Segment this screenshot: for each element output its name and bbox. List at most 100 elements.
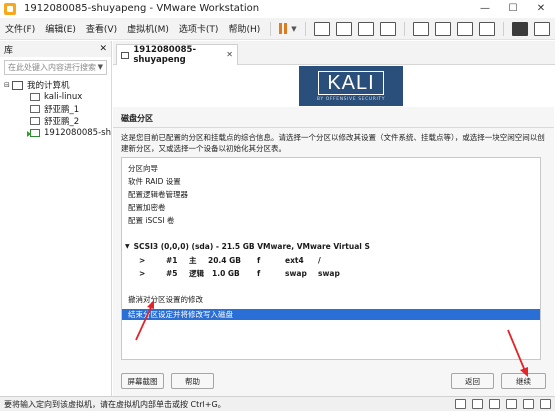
divider: [113, 127, 554, 128]
partition-list[interactable]: 分区向导 软件 RAID 设置 配置逻辑卷管理器 配置加密卷 配置 iSCSI …: [121, 157, 541, 360]
partition-size: 20.4 GB: [208, 256, 241, 265]
tree-item-vm-running[interactable]: 1912080085-sh: [0, 127, 111, 139]
stretch-view-icon[interactable]: [533, 21, 550, 36]
tree-item-label: kali-linux: [44, 92, 83, 102]
unity-icon[interactable]: [478, 21, 495, 36]
tab-vm[interactable]: 1912080085-shuyapeng ✕: [116, 44, 238, 65]
library-panel: 库 ✕ 在此处键入内容进行搜索 ▼ ⊟ 我的计算机 kali-linux 舒亚鹏…: [0, 41, 112, 396]
partition-mount: swap: [318, 269, 340, 278]
partition-row[interactable]: > #5 逻辑 1.0 GB f swap swap: [122, 268, 540, 279]
hard-disk-icon[interactable]: [455, 399, 466, 409]
menu-view[interactable]: 查看(V): [81, 18, 122, 40]
partition-type: 逻辑: [189, 269, 204, 278]
kali-logo-text: KALI: [318, 70, 384, 95]
section-title: 磁盘分区: [121, 114, 153, 123]
annotation-arrow-icon: [135, 300, 154, 341]
vm-tab-strip: 1912080085-shuyapeng ✕: [113, 41, 555, 65]
title-bar: 1912080085-shuyapeng - VMware Workstatio…: [0, 0, 555, 17]
power-pause-button[interactable]: ▼: [276, 23, 299, 34]
menu-bar: 文件(F) 编辑(E) 查看(V) 虚拟机(M) 选项卡(T) 帮助(H) ▼: [0, 18, 555, 40]
close-button[interactable]: ✕: [527, 0, 555, 17]
tree-item-vm[interactable]: kali-linux: [0, 91, 111, 103]
list-item[interactable]: 配置逻辑卷管理器: [122, 189, 540, 200]
list-item[interactable]: 软件 RAID 设置: [122, 176, 540, 187]
revert-snapshot-icon[interactable]: [357, 21, 374, 36]
network-icon[interactable]: [489, 399, 500, 409]
console-view-icon[interactable]: [511, 21, 528, 36]
back-button[interactable]: 返回: [451, 373, 494, 389]
chevron-down-icon[interactable]: ▼: [98, 63, 103, 71]
toolbar-separator: [403, 21, 405, 36]
partition-fs: swap: [285, 269, 307, 278]
toolbar-separator: [502, 21, 504, 36]
partition-size: 1.0 GB: [212, 269, 240, 278]
vm-running-icon: [27, 129, 40, 137]
screenshot-button[interactable]: 屏幕截图: [121, 373, 164, 389]
list-item[interactable]: 分区向导: [122, 163, 540, 174]
snapshot-manager-icon[interactable]: [379, 21, 396, 36]
collapse-icon[interactable]: ⊟: [4, 81, 12, 89]
tree-item-vm[interactable]: 舒亚鹏_2: [0, 115, 111, 127]
maximize-button[interactable]: ☐: [499, 0, 527, 17]
kali-logo-subtitle: BY OFFENSIVE SECURITY: [316, 96, 386, 102]
sound-icon[interactable]: [523, 399, 534, 409]
window-title: 1912080085-shuyapeng - VMware Workstatio…: [24, 3, 260, 14]
vm-icon: [30, 93, 40, 101]
help-button[interactable]: 帮助: [171, 373, 214, 389]
usb-icon[interactable]: [506, 399, 517, 409]
vm-icon: [121, 51, 130, 59]
partition-row[interactable]: > #1 主 20.4 GB f ext4 /: [122, 255, 540, 266]
menu-vm[interactable]: 虚拟机(M): [122, 18, 174, 40]
thumbnail-bar-icon[interactable]: [434, 21, 451, 36]
toolbar-separator: [304, 21, 306, 36]
cd-drive-icon[interactable]: [472, 399, 483, 409]
device-icons: [455, 399, 551, 409]
show-library-icon[interactable]: [412, 21, 429, 36]
tree-item-vm[interactable]: 舒亚鹏_1: [0, 103, 111, 115]
snapshot-icon[interactable]: [335, 21, 352, 36]
partition-flag: f: [257, 269, 261, 278]
send-ctrl-alt-del-icon[interactable]: [313, 21, 330, 36]
library-title: 库: [4, 45, 14, 56]
display-icon[interactable]: [540, 399, 551, 409]
partition-marker: >: [139, 269, 146, 278]
toolbar-separator: [270, 21, 272, 36]
partition-type: 主: [189, 256, 197, 265]
vm-icon: [30, 105, 40, 113]
full-screen-icon[interactable]: [456, 21, 473, 36]
status-bar: 要将输入定向到该虚拟机，请在虚拟机内部单击或按 Ctrl+G。: [0, 396, 555, 411]
menu-tabs[interactable]: 选项卡(T): [174, 18, 224, 40]
vmware-app-icon: [4, 2, 16, 15]
library-tree: ⊟ 我的计算机 kali-linux 舒亚鹏_1 舒亚鹏_2 191208008…: [0, 79, 111, 139]
computer-icon: [12, 80, 23, 90]
tree-item-label: 舒亚鹏_2: [44, 117, 80, 127]
menu-file[interactable]: 文件(F): [0, 18, 40, 40]
partition-marker: >: [139, 256, 146, 265]
library-header: 库 ✕: [0, 41, 111, 57]
vm-console[interactable]: KALI BY OFFENSIVE SECURITY 磁盘分区 这是您目前已配置…: [113, 65, 554, 396]
installer-banner: KALI BY OFFENSIVE SECURITY: [113, 65, 554, 107]
tree-item-my-computer[interactable]: ⊟ 我的计算机: [0, 79, 111, 91]
partition-number: #1: [166, 256, 178, 265]
chevron-down-icon: ▼: [291, 24, 297, 33]
menu-help[interactable]: 帮助(H): [223, 18, 265, 40]
tab-close-icon[interactable]: ✕: [226, 50, 233, 59]
search-placeholder: 在此处键入内容进行搜索: [8, 63, 96, 72]
tab-label: 1912080085-shuyapeng: [133, 45, 196, 65]
installer-description: 这是您目前已配置的分区和挂载点的综合信息。请选择一个分区以修改其设置（文件系统、…: [121, 133, 545, 153]
tree-item-label: 1912080085-sh: [44, 128, 111, 138]
partition-mount: /: [318, 256, 321, 265]
tree-item-label: 我的计算机: [27, 81, 70, 91]
menu-edit[interactable]: 编辑(E): [40, 18, 81, 40]
partition-flag: f: [257, 256, 261, 265]
minimize-button[interactable]: —: [471, 0, 499, 17]
disk-row[interactable]: ▼ SCSI3 (0,0,0) (sda) - 21.5 GB VMware, …: [122, 241, 540, 252]
pause-icon: [279, 23, 288, 34]
library-close-icon[interactable]: ✕: [99, 44, 107, 54]
list-item[interactable]: 配置加密卷: [122, 202, 540, 213]
list-item-undo[interactable]: 撤消对分区设置的修改: [122, 294, 540, 305]
tree-item-label: 舒亚鹏_1: [44, 105, 80, 115]
library-search-input[interactable]: 在此处键入内容进行搜索 ▼: [4, 60, 107, 75]
list-item[interactable]: 配置 iSCSI 卷: [122, 215, 540, 226]
list-item-finish-partitioning[interactable]: 结束分区设定并将修改写入磁盘: [122, 309, 540, 320]
